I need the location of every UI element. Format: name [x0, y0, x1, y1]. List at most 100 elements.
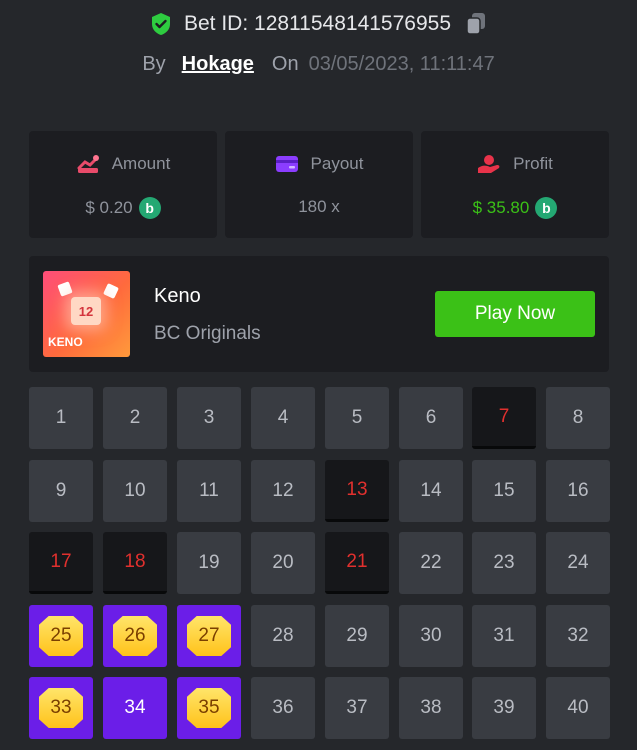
keno-tile-18[interactable]: 18 — [103, 532, 167, 594]
keno-tile-30[interactable]: 30 — [399, 605, 463, 667]
profit-label: Profit — [513, 154, 553, 173]
bet-header: Bet ID: 12811548141576955 By Hokage On 0… — [0, 0, 637, 110]
tile-number: 15 — [493, 480, 515, 501]
username-link[interactable]: Hokage — [182, 53, 254, 76]
on-label: On — [271, 53, 299, 75]
tile-number: 7 — [498, 405, 510, 427]
author-row: By Hokage On 03/05/2023, 11:11:47 — [0, 53, 637, 76]
keno-tile-16[interactable]: 16 — [546, 460, 610, 522]
tile-number: 8 — [572, 407, 584, 428]
keno-tile-20[interactable]: 20 — [251, 532, 315, 594]
card-icon — [275, 156, 298, 172]
keno-tile-32[interactable]: 32 — [546, 605, 610, 667]
keno-tile-14[interactable]: 14 — [399, 460, 463, 522]
gem-icon: 26 — [113, 616, 157, 656]
payout-value: 180 x — [298, 197, 340, 216]
profit-card: Profit $ 35.80 b — [421, 131, 609, 238]
game-provider: BC Originals — [154, 323, 261, 344]
keno-tile-6[interactable]: 6 — [399, 387, 463, 449]
payout-card: Payout 180 x — [225, 131, 413, 238]
profit-hand-icon — [478, 155, 500, 173]
dice-icon — [103, 283, 119, 299]
tile-number: 4 — [277, 407, 289, 428]
keno-tile-12[interactable]: 12 — [251, 460, 315, 522]
keno-tile-25[interactable]: 25 — [29, 605, 93, 667]
keno-tile-7[interactable]: 7 — [472, 387, 536, 449]
profit-value: $ 35.80 — [472, 198, 530, 217]
tile-number: 13 — [346, 478, 368, 500]
tile-number: 20 — [272, 552, 294, 573]
keno-tile-23[interactable]: 23 — [472, 532, 536, 594]
keno-tile-22[interactable]: 22 — [399, 532, 463, 594]
gem-icon: 33 — [39, 688, 83, 728]
tile-number: 23 — [493, 552, 515, 573]
bet-stats: Amount $ 0.20 b Payout 180 x Profit $ 35… — [29, 131, 609, 238]
keno-tile-19[interactable]: 19 — [177, 532, 241, 594]
game-title: Keno — [154, 285, 201, 307]
keno-tile-13[interactable]: 13 — [325, 460, 389, 522]
bet-datetime: 03/05/2023, 11:11:47 — [308, 53, 495, 75]
tile-number: 38 — [420, 697, 442, 718]
keno-tile-21[interactable]: 21 — [325, 532, 389, 594]
play-now-button[interactable]: Play Now — [435, 291, 595, 337]
tile-number: 34 — [124, 697, 146, 718]
payout-label: Payout — [310, 154, 364, 173]
keno-tile-29[interactable]: 29 — [325, 605, 389, 667]
tile-number: 2 — [129, 407, 141, 428]
dice-icon — [57, 281, 73, 297]
tile-number: 35 — [198, 697, 220, 718]
keno-tile-39[interactable]: 39 — [472, 677, 536, 739]
tile-number: 40 — [567, 697, 589, 718]
copy-icon[interactable] — [465, 12, 487, 36]
tile-number: 29 — [346, 625, 368, 646]
tile-number: 9 — [55, 480, 67, 501]
tile-number: 18 — [124, 550, 146, 572]
keno-tile-17[interactable]: 17 — [29, 532, 93, 594]
tile-number: 1 — [55, 407, 67, 428]
keno-tile-33[interactable]: 33 — [29, 677, 93, 739]
keno-tile-27[interactable]: 27 — [177, 605, 241, 667]
keno-tile-31[interactable]: 31 — [472, 605, 536, 667]
keno-tile-4[interactable]: 4 — [251, 387, 315, 449]
gem-icon: 25 — [39, 616, 83, 656]
tile-number: 6 — [425, 407, 437, 428]
keno-tile-28[interactable]: 28 — [251, 605, 315, 667]
tile-number: 37 — [346, 697, 368, 718]
number-cube: 12 — [71, 297, 101, 325]
tile-number: 5 — [351, 407, 363, 428]
tile-number: 26 — [124, 625, 146, 646]
keno-tile-40[interactable]: 40 — [546, 677, 610, 739]
keno-tile-38[interactable]: 38 — [399, 677, 463, 739]
keno-thumbnail[interactable]: 12 KENO — [43, 271, 130, 357]
keno-tile-24[interactable]: 24 — [546, 532, 610, 594]
keno-tile-8[interactable]: 8 — [546, 387, 610, 449]
bc-coin-icon: b — [535, 197, 558, 219]
keno-tile-37[interactable]: 37 — [325, 677, 389, 739]
tile-number: 10 — [124, 480, 146, 501]
tile-number: 32 — [567, 625, 589, 646]
keno-tile-11[interactable]: 11 — [177, 460, 241, 522]
tile-number: 36 — [272, 697, 294, 718]
keno-tile-9[interactable]: 9 — [29, 460, 93, 522]
keno-tile-15[interactable]: 15 — [472, 460, 536, 522]
tile-number: 27 — [198, 625, 220, 646]
keno-tile-26[interactable]: 26 — [103, 605, 167, 667]
bet-id-row: Bet ID: 12811548141576955 — [0, 12, 637, 36]
keno-tile-10[interactable]: 10 — [103, 460, 167, 522]
shield-check-icon — [151, 13, 170, 35]
tile-number: 22 — [420, 552, 442, 573]
keno-tile-2[interactable]: 2 — [103, 387, 167, 449]
by-label: By — [142, 53, 166, 75]
gem-icon: 27 — [187, 616, 231, 656]
tile-number: 14 — [420, 480, 442, 501]
keno-tile-34[interactable]: 34 — [103, 677, 167, 739]
keno-tile-36[interactable]: 36 — [251, 677, 315, 739]
keno-tile-3[interactable]: 3 — [177, 387, 241, 449]
keno-tile-5[interactable]: 5 — [325, 387, 389, 449]
keno-tile-1[interactable]: 1 — [29, 387, 93, 449]
keno-tile-35[interactable]: 35 — [177, 677, 241, 739]
amount-label: Amount — [111, 154, 171, 173]
tile-number: 30 — [420, 625, 442, 646]
tile-number: 3 — [203, 407, 215, 428]
amount-value: $ 0.20 — [85, 198, 133, 217]
